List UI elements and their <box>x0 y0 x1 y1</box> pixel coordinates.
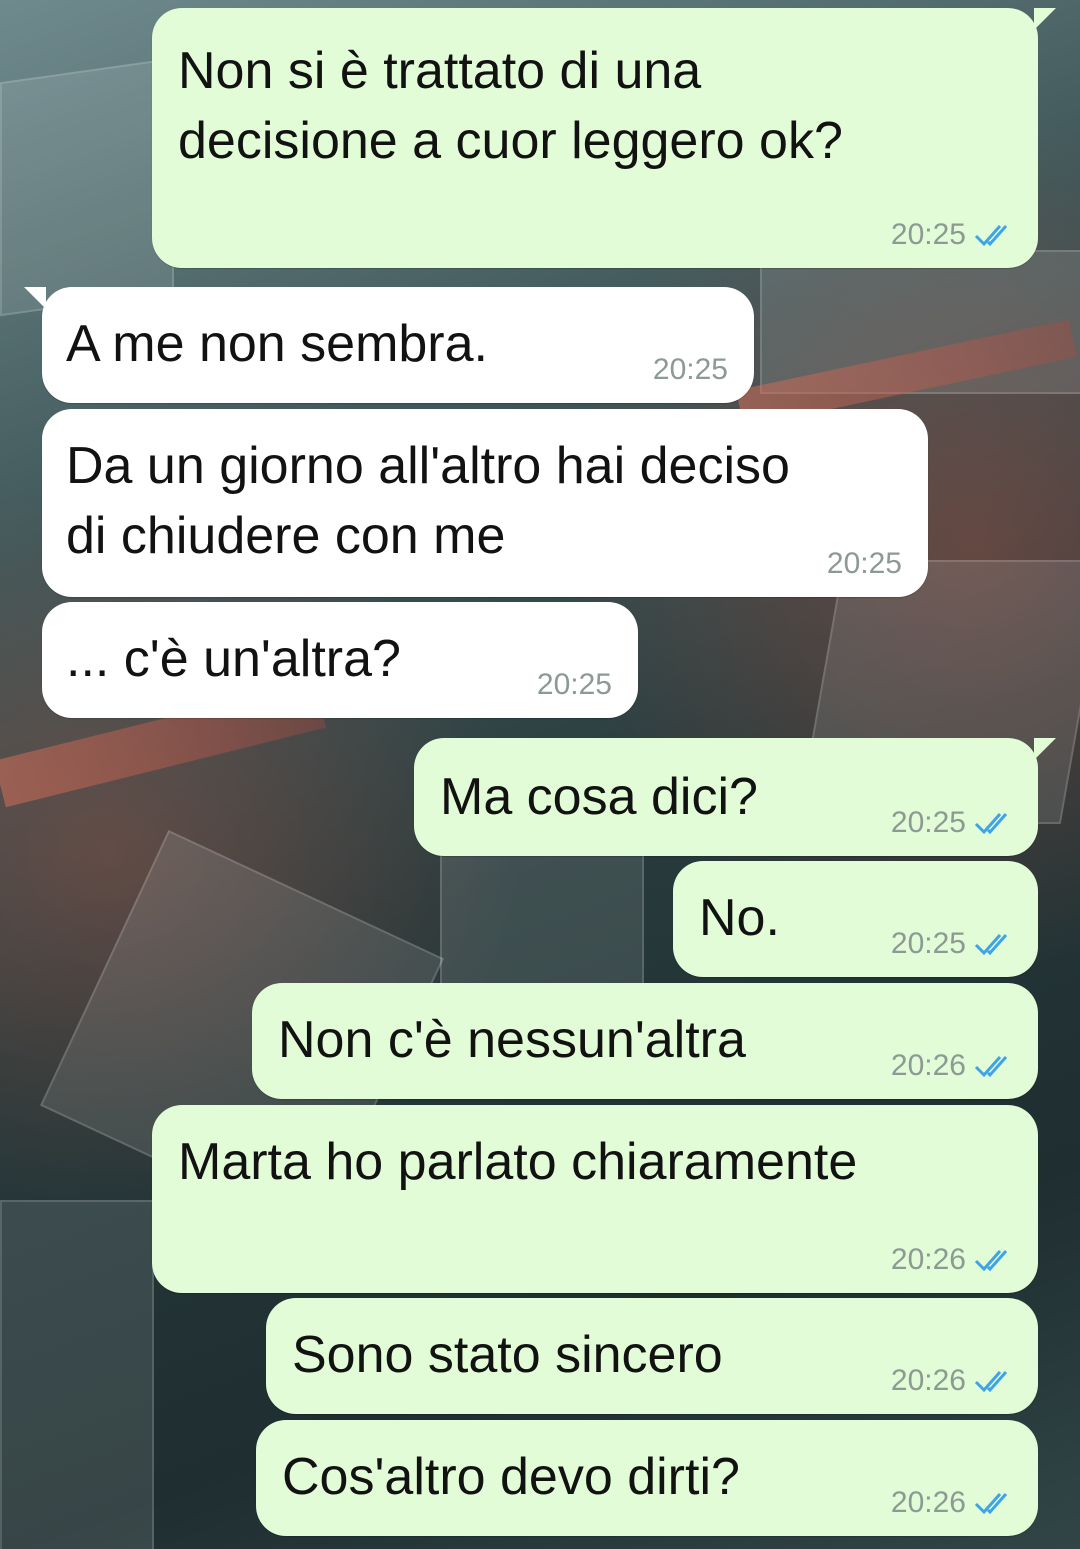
message-meta: 20:25 <box>653 353 728 387</box>
message-timestamp: 20:26 <box>890 1486 966 1519</box>
outgoing-message-bubble[interactable]: Ma cosa dici? 20:25 <box>414 738 1056 856</box>
message-timestamp: 20:25 <box>890 218 966 251</box>
message-meta: 20:26 <box>891 1486 1014 1520</box>
chat-message-list[interactable]: Non si è trattato di una decisione a cuo… <box>0 0 1080 1549</box>
message-text: A me non sembra. <box>66 315 488 373</box>
message-text: Ma cosa dici? <box>440 768 758 826</box>
message-timestamp: 20:26 <box>890 1243 966 1276</box>
message-text: Marta ho parlato chiaramente <box>178 1133 858 1191</box>
message-meta: 20:25 <box>891 927 1014 961</box>
outgoing-message-bubble[interactable]: Marta ho parlato chiaramente 20:26 <box>152 1105 1038 1293</box>
message-text: Non c'è nessun'altra <box>278 1011 746 1069</box>
message-timestamp: 20:26 <box>890 1049 966 1082</box>
message-text: Sono stato sincero <box>292 1326 723 1384</box>
double-check-read-icon <box>974 1491 1014 1515</box>
incoming-message-bubble[interactable]: ... c'è un'altra? 20:25 <box>42 602 638 718</box>
outgoing-message-bubble[interactable]: Non si è trattato di una decisione a cuo… <box>152 8 1056 268</box>
message-meta: 20:26 <box>891 1243 1014 1277</box>
message-meta: 20:25 <box>891 218 1014 252</box>
outgoing-message-bubble[interactable]: Sono stato sincero 20:26 <box>266 1298 1038 1414</box>
incoming-message-bubble[interactable]: Da un giorno all'altro hai deciso di chi… <box>42 409 928 597</box>
outgoing-message-bubble[interactable]: Non c'è nessun'altra 20:26 <box>252 983 1038 1099</box>
message-meta: 20:25 <box>891 806 1014 840</box>
double-check-read-icon <box>974 1369 1014 1393</box>
message-meta: 20:25 <box>827 547 902 581</box>
incoming-message-bubble[interactable]: A me non sembra. 20:25 <box>24 287 754 403</box>
message-text: Cos'altro devo dirti? <box>282 1448 740 1506</box>
message-text: ... c'è un'altra? <box>66 630 401 688</box>
message-meta: 20:25 <box>537 668 612 702</box>
message-text: No. <box>699 889 780 947</box>
double-check-read-icon <box>974 1054 1014 1078</box>
message-timestamp: 20:25 <box>890 927 966 960</box>
message-timestamp: 20:25 <box>890 806 966 839</box>
double-check-read-icon <box>974 223 1014 247</box>
message-text: Da un giorno all'altro hai deciso di chi… <box>66 437 790 565</box>
message-meta: 20:26 <box>891 1364 1014 1398</box>
outgoing-message-bubble[interactable]: Cos'altro devo dirti? 20:26 <box>256 1420 1038 1536</box>
double-check-read-icon <box>974 811 1014 835</box>
message-timestamp: 20:25 <box>652 353 728 386</box>
message-meta: 20:26 <box>891 1049 1014 1083</box>
double-check-read-icon <box>974 1248 1014 1272</box>
message-timestamp: 20:26 <box>890 1364 966 1397</box>
message-text: Non si è trattato di una decisione a cuo… <box>178 42 843 170</box>
message-timestamp: 20:25 <box>536 668 612 701</box>
message-timestamp: 20:25 <box>826 547 902 580</box>
double-check-read-icon <box>974 932 1014 956</box>
outgoing-message-bubble[interactable]: No. 20:25 <box>673 861 1038 977</box>
